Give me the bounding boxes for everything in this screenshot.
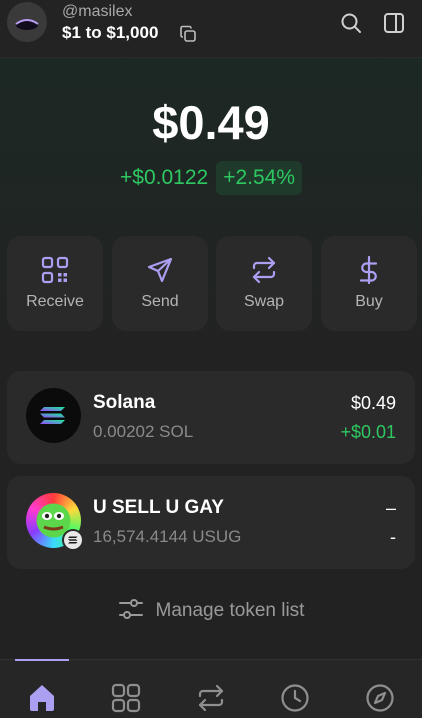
- balance-change: +$0.0122 +2.54%: [0, 160, 422, 196]
- receive-label: Receive: [26, 293, 84, 310]
- swap-icon: [250, 256, 278, 284]
- search-icon[interactable]: [340, 12, 362, 34]
- send-label: Send: [141, 293, 179, 310]
- manage-token-list-label: Manage token list: [155, 600, 305, 621]
- swap-label: Swap: [243, 293, 285, 310]
- total-balance: $0.49: [152, 96, 270, 149]
- copy-icon[interactable]: [179, 25, 197, 43]
- header: @masilex $1 to $1,000: [0, 0, 422, 58]
- solana-logo-icon: [26, 388, 81, 443]
- collectibles-icon[interactable]: [110, 682, 142, 714]
- token-name: U SELL U GAY: [93, 497, 224, 518]
- activity-icon[interactable]: [279, 682, 311, 714]
- sidebar-icon[interactable]: [383, 12, 405, 34]
- change-percent-badge: +2.54%: [216, 161, 302, 195]
- token-change: -: [390, 527, 396, 547]
- token-name: Solana: [93, 392, 156, 413]
- explore-icon[interactable]: [364, 682, 396, 714]
- swap-icon[interactable]: [195, 682, 227, 714]
- qr-code-icon: [41, 256, 69, 284]
- swap-button[interactable]: Swap: [216, 236, 312, 331]
- active-tab-indicator: [15, 659, 69, 661]
- send-icon: [146, 256, 174, 284]
- bottom-nav: [0, 659, 422, 718]
- solana-badge-icon: [62, 529, 84, 551]
- home-icon[interactable]: [26, 682, 58, 714]
- token-row-usug[interactable]: U SELL U GAY 16,574.4144 USUG – -: [7, 476, 415, 569]
- buy-label: Buy: [355, 293, 383, 310]
- token-value: $0.49: [350, 393, 396, 413]
- buy-button[interactable]: Buy: [321, 236, 417, 331]
- avatar[interactable]: [7, 2, 47, 42]
- dollar-icon: [355, 255, 383, 285]
- token-change: +$0.01: [340, 422, 396, 442]
- wallet-name[interactable]: $1 to $1,000: [62, 23, 158, 43]
- username[interactable]: @masilex: [62, 3, 132, 21]
- manage-token-list-button[interactable]: Manage token list: [0, 597, 422, 625]
- token-amount: 16,574.4144 USUG: [93, 527, 242, 546]
- token-row-solana[interactable]: Solana 0.00202 SOL $0.49 +$0.01: [7, 371, 415, 464]
- receive-button[interactable]: Receive: [7, 236, 103, 331]
- token-amount: 0.00202 SOL: [93, 422, 194, 441]
- change-amount: +$0.0122: [120, 166, 209, 189]
- send-button[interactable]: Send: [112, 236, 208, 331]
- token-value: –: [385, 498, 396, 518]
- sliders-icon: [118, 597, 144, 626]
